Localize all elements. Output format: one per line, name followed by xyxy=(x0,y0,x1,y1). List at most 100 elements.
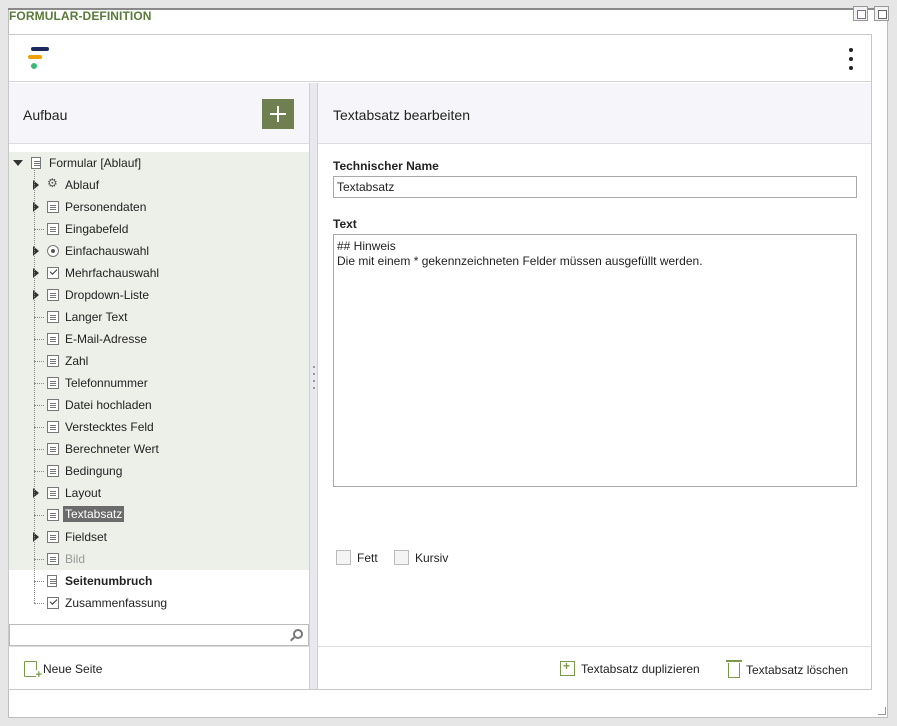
tree-item-label: Einfachauswahl xyxy=(65,244,150,258)
tree-item-label: Eingabefeld xyxy=(65,222,129,236)
duplicate-label: Textabsatz duplizieren xyxy=(581,661,700,676)
tree-item-label: Bild xyxy=(65,552,86,566)
collapse-arrow-icon[interactable] xyxy=(13,160,23,166)
tree-item-label: Verstecktes Feld xyxy=(65,420,154,434)
italic-checkbox-box[interactable] xyxy=(394,550,409,565)
editor-panel: Aufbau Formular [Ablauf] Ablauf Personenda… xyxy=(8,34,872,690)
tree-item-label: Zahl xyxy=(65,354,89,368)
condition-icon xyxy=(47,465,59,477)
search-icon[interactable] xyxy=(293,629,303,639)
tree-item[interactable]: Langer Text xyxy=(9,306,309,328)
duplicate-icon xyxy=(560,659,575,676)
table-icon xyxy=(47,201,59,213)
tree-item-label: Zusammenfassung xyxy=(65,596,168,610)
radio-icon xyxy=(47,245,59,257)
edit-panel: Textabsatz bearbeiten Technischer Name T… xyxy=(318,83,871,689)
tree-item[interactable]: Textabsatz xyxy=(9,504,309,526)
tree-item[interactable]: Bedingung xyxy=(9,460,309,482)
tree-item[interactable]: E-Mail-Adresse xyxy=(9,328,309,350)
bold-checkbox-box[interactable] xyxy=(336,550,351,565)
tree-item[interactable]: Ablauf xyxy=(9,174,309,196)
tree-item-label: Langer Text xyxy=(65,310,128,324)
tree-item-label: Fieldset xyxy=(65,530,108,544)
logo-icon xyxy=(28,47,52,71)
panel-splitter[interactable] xyxy=(309,83,318,689)
structure-header: Aufbau xyxy=(9,83,309,144)
image-icon xyxy=(47,553,59,565)
new-page-icon xyxy=(24,661,42,680)
tree-item[interactable]: Formular [Ablauf] xyxy=(9,152,309,174)
tree-item[interactable]: Berechneter Wert xyxy=(9,438,309,460)
tree-item[interactable]: Einfachauswahl xyxy=(9,240,309,262)
tree-item-label: Berechneter Wert xyxy=(65,442,159,456)
tree-item-label: E-Mail-Adresse xyxy=(65,332,148,346)
tree-item-label: Seitenumbruch xyxy=(65,574,153,588)
document-icon[interactable] xyxy=(853,6,868,21)
layout-icon xyxy=(47,487,59,499)
edit-footer: Textabsatz duplizieren Textabsatz lösche… xyxy=(318,646,871,689)
tree-item-label: Ablauf xyxy=(65,178,100,192)
technical-name-label: Technischer Name xyxy=(333,159,439,173)
structure-footer: Neue Seite xyxy=(9,646,309,689)
tree-item-label: Mehrfachauswahl xyxy=(65,266,160,280)
tree-item[interactable]: Datei hochladen xyxy=(9,394,309,416)
upload-icon xyxy=(47,399,59,411)
tree-item[interactable]: Eingabefeld xyxy=(9,218,309,240)
edit-title: Textabsatz bearbeiten xyxy=(333,107,470,123)
form-icon xyxy=(31,157,41,169)
delete-label: Textabsatz löschen xyxy=(746,662,849,677)
tree-item[interactable]: Layout xyxy=(9,482,309,504)
resize-handle[interactable] xyxy=(878,707,886,715)
tree-item-label: Personendaten xyxy=(65,200,147,214)
trash-icon xyxy=(726,660,742,678)
fieldset-icon xyxy=(47,531,59,543)
page-break-icon xyxy=(47,575,57,587)
window-title: FORMULAR-DEFINITION xyxy=(9,9,152,23)
window-controls xyxy=(853,6,889,21)
italic-checkbox[interactable]: Kursiv xyxy=(394,550,448,565)
new-page-button[interactable]: Neue Seite xyxy=(24,661,102,680)
edit-header: Textabsatz bearbeiten xyxy=(318,83,871,144)
hidden-field-icon xyxy=(47,421,59,433)
top-bar xyxy=(9,35,871,82)
email-icon xyxy=(47,333,59,345)
tree-item-label: Bedingung xyxy=(65,464,123,478)
tree-item[interactable]: Dropdown-Liste xyxy=(9,284,309,306)
tree-item[interactable]: Seitenumbruch xyxy=(9,570,309,592)
delete-button[interactable]: Textabsatz löschen xyxy=(726,660,849,678)
tree-item-label: Formular [Ablauf] xyxy=(49,156,142,170)
tree-connector xyxy=(34,170,35,603)
list-icon xyxy=(47,289,59,301)
phone-icon xyxy=(47,377,59,389)
number-icon xyxy=(47,355,59,367)
checkbox-icon xyxy=(47,267,59,279)
tree-item-label: Telefonnummer xyxy=(65,376,148,390)
input-icon xyxy=(47,223,59,235)
tree-item[interactable]: Mehrfachauswahl xyxy=(9,262,309,284)
tree-item[interactable]: Telefonnummer xyxy=(9,372,309,394)
duplicate-button[interactable]: Textabsatz duplizieren xyxy=(560,659,700,676)
text-editor[interactable]: ## Hinweis Die mit einem * gekennzeichne… xyxy=(333,234,857,487)
tree-search-input[interactable] xyxy=(9,624,309,646)
summary-icon xyxy=(47,597,59,609)
bold-label: Fett xyxy=(357,550,378,565)
calc-icon xyxy=(47,443,59,455)
tree-item[interactable]: Zusammenfassung xyxy=(9,592,309,614)
tree-item[interactable]: Bild xyxy=(9,548,309,570)
tree-item[interactable]: Fieldset xyxy=(9,526,309,548)
tree-item[interactable]: Zahl xyxy=(9,350,309,372)
technical-name-input[interactable]: Textabsatz xyxy=(333,176,857,198)
more-menu-icon[interactable] xyxy=(847,48,855,70)
tree-item[interactable]: Verstecktes Feld xyxy=(9,416,309,438)
textarea-icon xyxy=(47,311,59,323)
bold-checkbox[interactable]: Fett xyxy=(336,550,378,565)
tree-item-label: Textabsatz xyxy=(63,506,125,522)
tree-item[interactable]: Personendaten xyxy=(9,196,309,218)
add-element-button[interactable] xyxy=(262,99,294,129)
window-icon[interactable] xyxy=(874,6,889,21)
structure-tree: Formular [Ablauf] Ablauf Personendaten Eing… xyxy=(9,152,309,614)
tree-item-label: Dropdown-Liste xyxy=(65,288,150,302)
tree-item-label: Layout xyxy=(65,486,102,500)
text-label: Text xyxy=(333,217,357,231)
text-paragraph-icon xyxy=(47,509,59,521)
